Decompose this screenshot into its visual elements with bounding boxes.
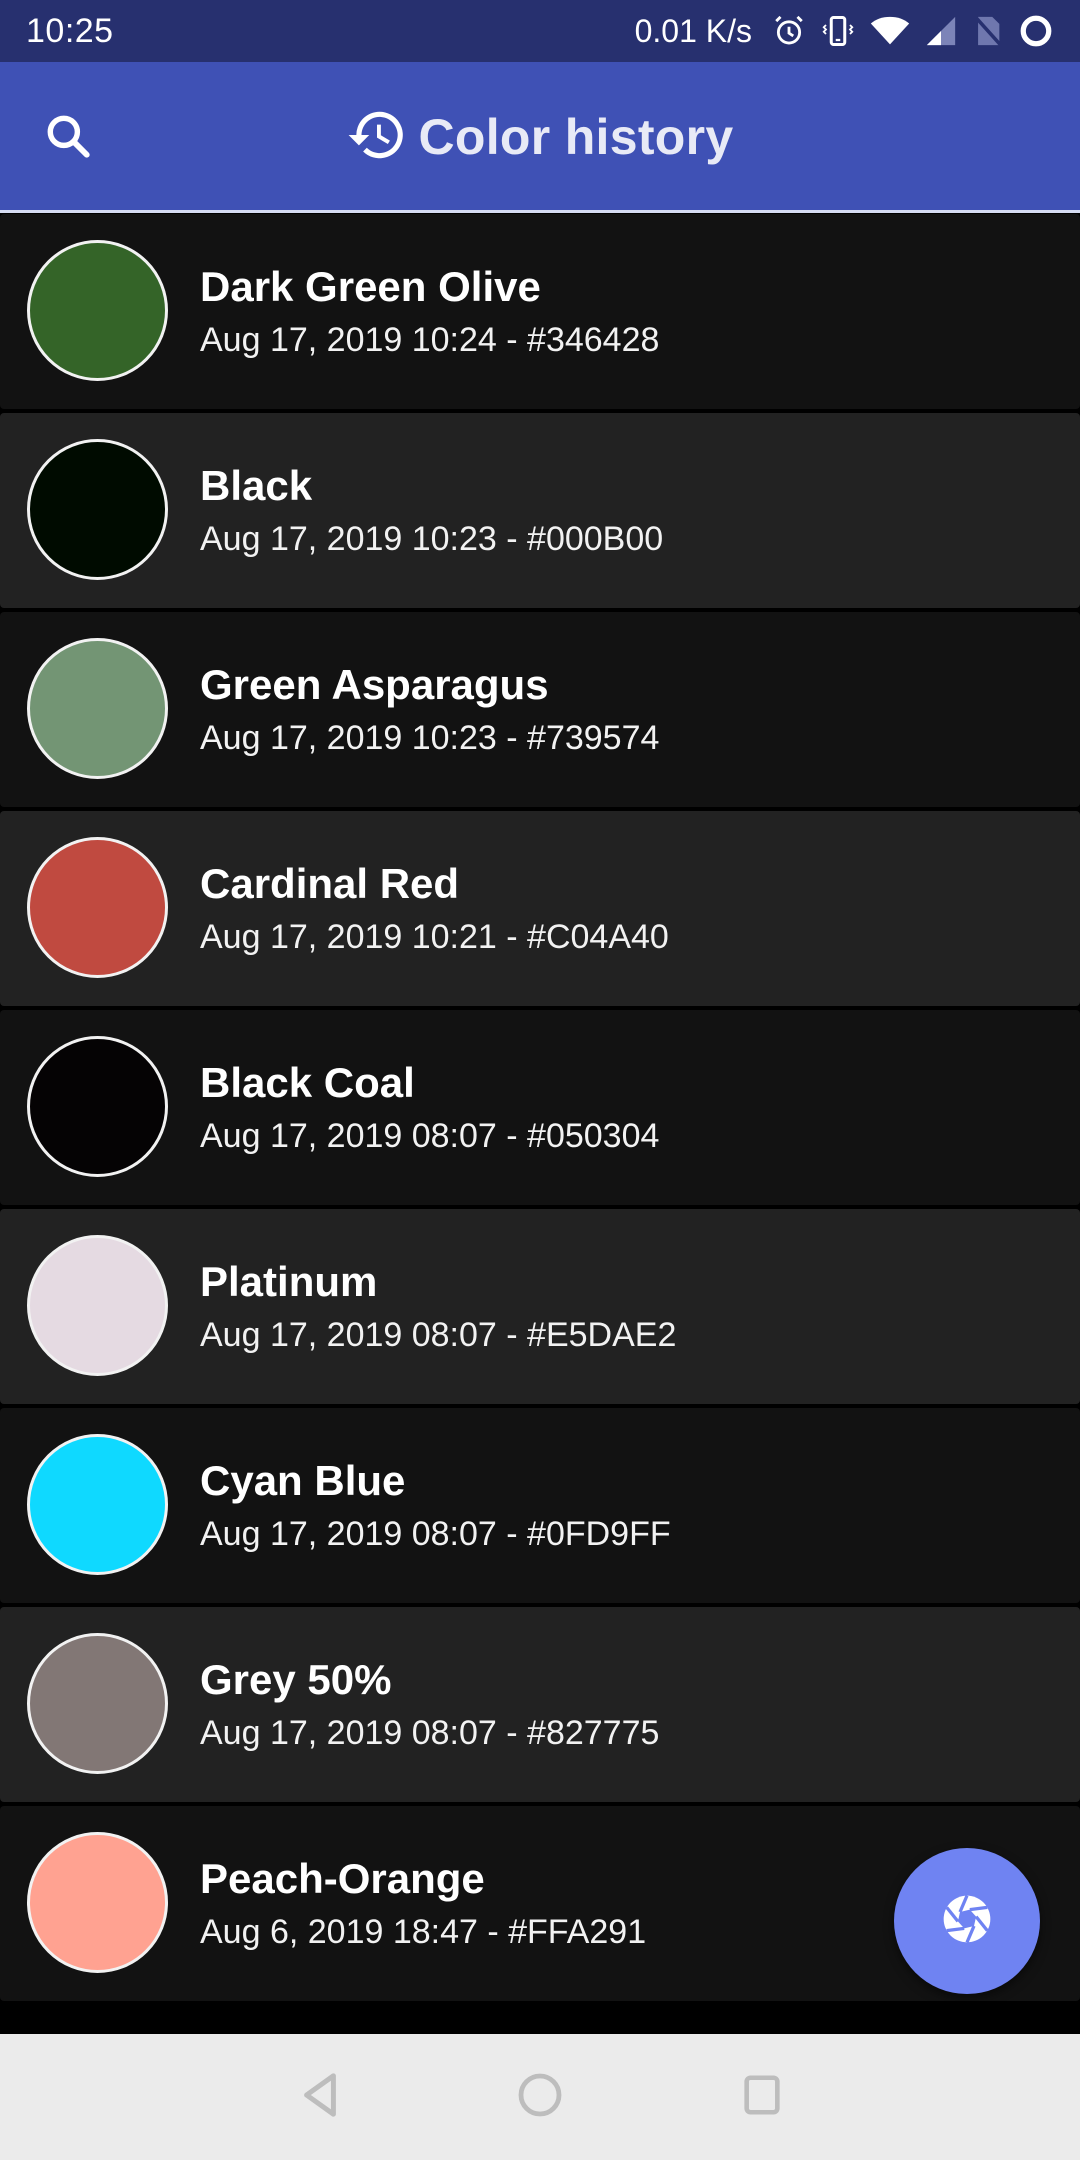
color-swatch	[27, 439, 168, 580]
history-row[interactable]: Platinum Aug 17, 2019 08:07 - #E5DAE2	[0, 1209, 1080, 1404]
color-swatch	[27, 1832, 168, 1973]
color-name: Dark Green Olive	[200, 262, 541, 310]
color-timestamp-hex: Aug 6, 2019 18:47 - #FFA291	[200, 1912, 647, 1951]
color-swatch	[27, 1235, 168, 1376]
signal-icon	[924, 14, 958, 48]
color-swatch	[27, 1036, 168, 1177]
color-timestamp-hex: Aug 17, 2019 10:21 - #C04A40	[200, 917, 669, 956]
color-timestamp-hex: Aug 17, 2019 08:07 - #050304	[200, 1116, 660, 1155]
color-name: Peach-Orange	[200, 1854, 485, 1902]
row-text: Dark Green Olive Aug 17, 2019 10:24 - #3…	[200, 214, 659, 409]
nav-recents-button[interactable]	[732, 2067, 792, 2127]
color-name: Grey 50%	[200, 1655, 392, 1703]
color-timestamp-hex: Aug 17, 2019 10:24 - #346428	[200, 320, 660, 359]
color-name: Cyan Blue	[200, 1456, 406, 1504]
history-icon	[346, 104, 408, 171]
color-swatch	[27, 1633, 168, 1774]
history-row[interactable]: Green Asparagus Aug 17, 2019 10:23 - #73…	[0, 612, 1080, 807]
history-row[interactable]: Dark Green Olive Aug 17, 2019 10:24 - #3…	[0, 214, 1080, 409]
color-swatch	[27, 240, 168, 381]
color-name: Platinum	[200, 1257, 378, 1305]
row-text: Black Aug 17, 2019 10:23 - #000B00	[200, 413, 663, 608]
home-circle-icon	[516, 2071, 564, 2124]
color-name: Green Asparagus	[200, 660, 549, 708]
vibrate-icon	[820, 13, 856, 49]
row-text: Cyan Blue Aug 17, 2019 08:07 - #0FD9FF	[200, 1408, 671, 1603]
history-row[interactable]: Grey 50% Aug 17, 2019 08:07 - #827775	[0, 1607, 1080, 1802]
color-timestamp-hex: Aug 17, 2019 08:07 - #E5DAE2	[200, 1315, 677, 1354]
page-title: Color history	[418, 109, 734, 165]
status-icons: 0.01 K/s	[635, 13, 1054, 50]
app-title-group: Color history	[0, 102, 1080, 172]
status-bar: 10:25 0.01 K/s	[0, 0, 1080, 62]
color-timestamp-hex: Aug 17, 2019 10:23 - #000B00	[200, 519, 664, 558]
system-nav-bar	[0, 2034, 1080, 2160]
row-text: Black Coal Aug 17, 2019 08:07 - #050304	[200, 1010, 659, 1205]
color-timestamp-hex: Aug 17, 2019 08:07 - #0FD9FF	[200, 1514, 671, 1553]
network-speed: 0.01 K/s	[634, 12, 752, 49]
status-time: 10:25	[26, 11, 114, 50]
history-row[interactable]: Black Coal Aug 17, 2019 08:07 - #050304	[0, 1010, 1080, 1205]
row-text: Platinum Aug 17, 2019 08:07 - #E5DAE2	[200, 1209, 676, 1404]
color-history-list: Dark Green Olive Aug 17, 2019 10:24 - #3…	[0, 214, 1080, 2005]
history-row[interactable]: Cyan Blue Aug 17, 2019 08:07 - #0FD9FF	[0, 1408, 1080, 1603]
app-bar: Color history	[0, 62, 1080, 210]
color-timestamp-hex: Aug 17, 2019 08:07 - #827775	[200, 1713, 660, 1752]
alarm-icon	[772, 14, 806, 48]
capture-color-button[interactable]	[894, 1848, 1040, 1994]
no-sim-icon	[972, 14, 1004, 48]
color-swatch	[27, 1434, 168, 1575]
color-name: Black	[200, 461, 313, 509]
history-row[interactable]: Black Aug 17, 2019 10:23 - #000B00	[0, 413, 1080, 608]
back-triangle-icon	[297, 2070, 343, 2125]
row-text: Cardinal Red Aug 17, 2019 10:21 - #C04A4…	[200, 811, 669, 1006]
nav-home-button[interactable]	[510, 2067, 570, 2127]
battery-icon	[1018, 13, 1054, 49]
camera-aperture-icon	[939, 1891, 995, 1952]
color-swatch	[27, 837, 168, 978]
color-timestamp-hex: Aug 17, 2019 10:23 - #739574	[200, 718, 660, 757]
history-row[interactable]: Cardinal Red Aug 17, 2019 10:21 - #C04A4…	[0, 811, 1080, 1006]
row-text: Green Asparagus Aug 17, 2019 10:23 - #73…	[200, 612, 659, 807]
row-text: Grey 50% Aug 17, 2019 08:07 - #827775	[200, 1607, 659, 1802]
color-name: Cardinal Red	[200, 859, 460, 907]
color-swatch	[27, 638, 168, 779]
color-name: Black Coal	[200, 1058, 415, 1106]
nav-back-button[interactable]	[290, 2067, 350, 2127]
wifi-icon	[870, 14, 910, 48]
row-text: Peach-Orange Aug 6, 2019 18:47 - #FFA291	[200, 1806, 646, 2001]
recents-square-icon	[739, 2072, 785, 2123]
app-bar-divider	[0, 210, 1080, 213]
